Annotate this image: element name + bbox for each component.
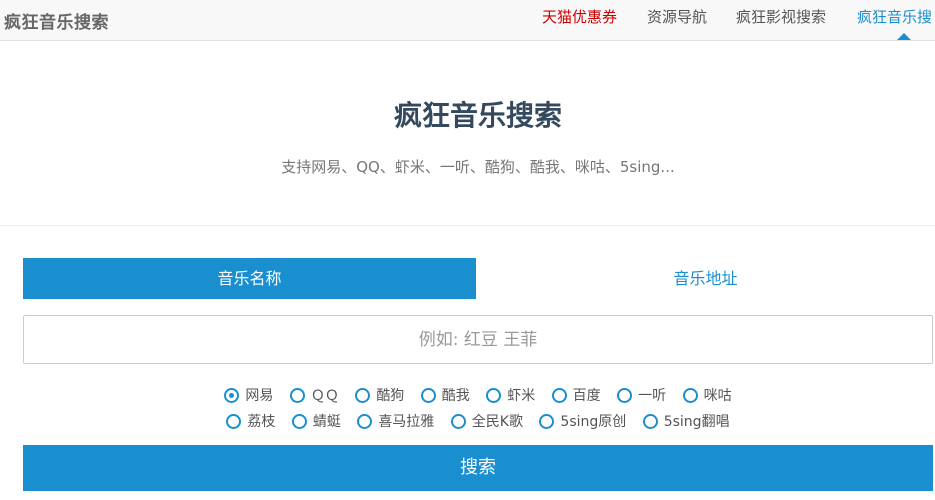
search-input[interactable] xyxy=(23,315,933,364)
source-options-row-2: 荔枝 蜻蜓 喜马拉雅 全民K歌 5sing原创 5sing翻唱 xyxy=(0,411,935,431)
source-radio-baidu[interactable]: 百度 xyxy=(551,385,601,405)
source-radio-xiami[interactable]: 虾米 xyxy=(486,385,535,405)
radio-unchecked-icon xyxy=(642,413,658,429)
radio-unchecked-icon xyxy=(420,387,436,403)
source-radio-qq[interactable]: ＱＱ xyxy=(289,385,339,405)
search-button[interactable]: 搜索 xyxy=(23,445,933,491)
brand-logo-text[interactable]: 疯狂音乐搜索 xyxy=(4,8,109,33)
radio-label: 网易 xyxy=(245,388,274,404)
radio-label: 酷我 xyxy=(441,388,470,404)
tab-music-name[interactable]: 音乐名称 xyxy=(23,258,476,299)
page-title: 疯狂音乐搜索 xyxy=(393,99,562,132)
radio-unchecked-icon xyxy=(289,387,305,403)
radio-unchecked-icon xyxy=(357,413,373,429)
radio-label: 咪咕 xyxy=(703,388,732,404)
radio-unchecked-icon xyxy=(486,387,502,403)
source-radio-lizhi[interactable]: 荔枝 xyxy=(226,411,275,431)
source-radio-migu[interactable]: 咪咕 xyxy=(682,385,732,405)
section-divider xyxy=(0,225,935,226)
source-options-row-1: 网易 ＱＱ 酷狗 酷我 虾米 百度 一听 咪咕 xyxy=(0,385,935,405)
radio-label: 5sing原创 xyxy=(560,414,627,430)
radio-label: ＱＱ xyxy=(310,388,339,404)
radio-unchecked-icon xyxy=(539,413,555,429)
radio-label: 酷狗 xyxy=(376,388,405,404)
source-radio-kge[interactable]: 全民K歌 xyxy=(450,411,523,431)
source-radio-kuwo[interactable]: 酷我 xyxy=(420,385,470,405)
radio-label: 虾米 xyxy=(507,388,536,404)
source-radio-5sing-original[interactable]: 5sing原创 xyxy=(539,411,626,431)
nav-link-tmall-coupons[interactable]: 天猫优惠券 xyxy=(542,0,617,41)
radio-label: 一听 xyxy=(638,388,667,404)
radio-unchecked-icon xyxy=(450,413,466,429)
radio-label: 百度 xyxy=(572,388,601,404)
radio-unchecked-icon xyxy=(291,413,307,429)
nav-link-resource-navigation[interactable]: 资源导航 xyxy=(647,0,707,41)
radio-unchecked-icon xyxy=(226,413,242,429)
source-radio-5sing-cover[interactable]: 5sing翻唱 xyxy=(642,411,730,431)
tab-music-url[interactable]: 音乐地址 xyxy=(476,258,935,299)
radio-unchecked-icon xyxy=(682,387,698,403)
radio-label: 5sing翻唱 xyxy=(663,414,730,430)
radio-unchecked-icon xyxy=(617,387,633,403)
top-navbar: 疯狂音乐搜索 天猫优惠券 资源导航 疯狂影视搜索 疯狂音乐搜 xyxy=(0,0,935,41)
radio-label: 喜马拉雅 xyxy=(378,414,435,430)
source-radio-ximalaya[interactable]: 喜马拉雅 xyxy=(357,411,434,431)
page-subtitle: 支持网易、QQ、虾米、一听、酷狗、酷我、咪咕、5sing... xyxy=(281,158,675,176)
active-nav-indicator-icon xyxy=(897,33,911,40)
source-radio-kugou[interactable]: 酷狗 xyxy=(355,385,404,405)
source-radio-qingting[interactable]: 蜻蜓 xyxy=(291,411,341,431)
source-radio-netease[interactable]: 网易 xyxy=(224,385,273,405)
radio-unchecked-icon xyxy=(551,387,567,403)
radio-label: 全民K歌 xyxy=(471,414,523,430)
nav-link-movie-search[interactable]: 疯狂影视搜索 xyxy=(736,0,826,41)
radio-checked-icon xyxy=(224,387,240,403)
nav-link-music-search[interactable]: 疯狂音乐搜 xyxy=(857,0,932,41)
radio-label: 蜻蜓 xyxy=(312,414,341,430)
source-radio-1ting[interactable]: 一听 xyxy=(617,385,666,405)
radio-unchecked-icon xyxy=(355,387,371,403)
radio-label: 荔枝 xyxy=(247,414,276,430)
